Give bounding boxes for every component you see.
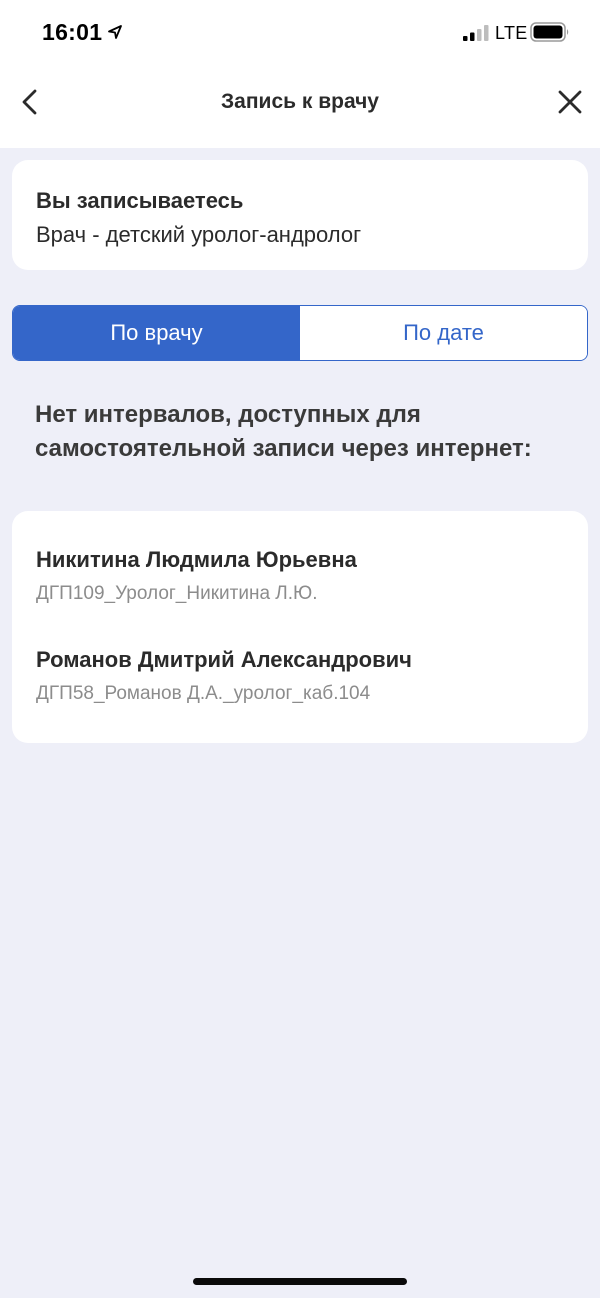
signal-icon <box>463 25 489 41</box>
no-intervals-heading: Нет интервалов, доступных для самостояте… <box>35 401 532 462</box>
close-icon[interactable] <box>556 88 584 116</box>
status-time: 16:01 <box>42 19 103 45</box>
nav-bar: Запись к врачу <box>0 66 600 148</box>
appointment-label: Вы записываетесь <box>36 188 244 213</box>
list-item[interactable]: Романов Дмитрий Александрович ДГП58_Рома… <box>36 647 576 705</box>
tab-by-date[interactable]: По дате <box>300 306 587 360</box>
doctor-name: Никитина Людмила Юрьевна <box>36 547 357 572</box>
doctors-list: Никитина Людмила Юрьевна ДГП109_Уролог_Н… <box>12 511 588 743</box>
status-bar: 16:01 LTE <box>0 0 600 66</box>
network-type: LTE <box>495 23 528 43</box>
doctor-name: Романов Дмитрий Александрович <box>36 647 412 672</box>
home-indicator[interactable] <box>193 1278 407 1285</box>
appointment-specialty: Врач - детский уролог-андролог <box>36 222 362 247</box>
list-item[interactable]: Никитина Людмила Юрьевна ДГП109_Уролог_Н… <box>36 547 576 605</box>
page-title: Запись к врачу <box>221 90 379 113</box>
booking-mode-segment: По врачу По дате <box>12 305 588 361</box>
screen: 16:01 LTE Запись к врачу Вы записываетес… <box>0 0 600 1298</box>
battery-icon <box>530 22 569 42</box>
location-arrow-icon <box>108 25 122 39</box>
tab-by-doctor[interactable]: По врачу <box>13 306 300 360</box>
doctor-code: ДГП58_Романов Д.А._уролог_каб.104 <box>36 683 371 704</box>
doctor-code: ДГП109_Уролог_Никитина Л.Ю. <box>36 583 318 604</box>
appointment-card: Вы записываетесь Врач - детский уролог-а… <box>12 160 588 270</box>
